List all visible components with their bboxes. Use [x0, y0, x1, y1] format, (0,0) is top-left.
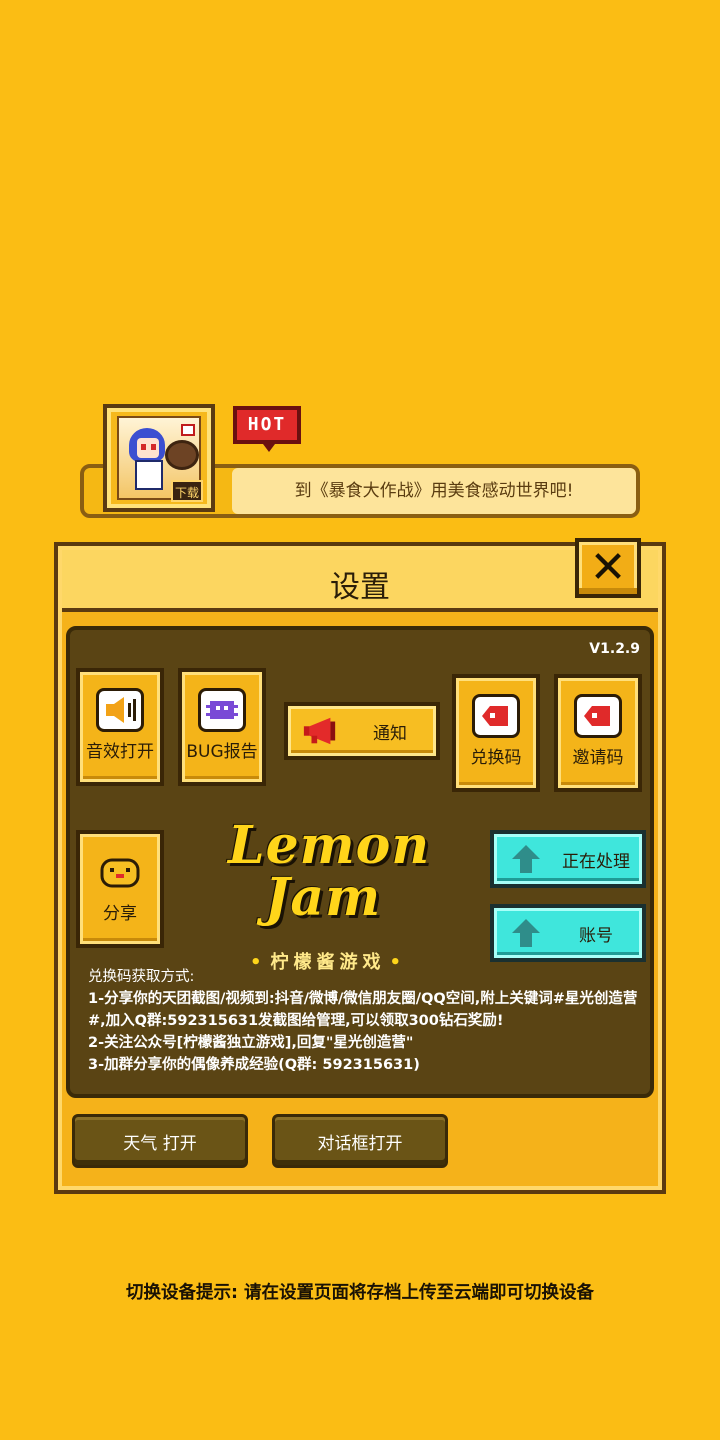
processing-button[interactable]: 正在处理	[490, 830, 646, 888]
logo-line2: Jam	[264, 867, 382, 928]
panel-title-bar: 设置	[62, 550, 658, 612]
redeem-info-line: 3-加群分享你的偶像养成经验(Q群: 592315631)	[88, 1057, 420, 1073]
dialog-toggle-label: 对话框打开	[317, 1133, 403, 1154]
redeem-info-title: 兑换码获取方式:	[88, 969, 195, 985]
invite-code-button[interactable]: 邀请码	[554, 674, 642, 792]
close-button[interactable]: ✕	[575, 538, 641, 598]
logo-line1: Lemon	[228, 815, 431, 876]
weather-toggle-button[interactable]: 天气 打开	[72, 1114, 248, 1168]
processing-label: 正在处理	[562, 851, 630, 872]
account-button[interactable]: 账号	[490, 904, 646, 962]
invite-code-label: 邀请码	[572, 748, 624, 768]
share-face-icon	[96, 850, 144, 894]
redeem-info-line: 1-分享你的天团截图/视频到:抖音/微博/微信朋友圈/QQ空间,附上关键词#星光…	[88, 991, 638, 1029]
bug-report-label: BUG报告	[186, 742, 258, 762]
device-switch-tip: 切换设备提示: 请在设置页面将存档上传至云端即可切换设备	[125, 1283, 595, 1303]
redeem-info: 兑换码获取方式: 1-分享你的天团截图/视频到:抖音/微博/微信朋友圈/QQ空间…	[88, 966, 638, 1076]
download-badge: 下载	[171, 480, 203, 502]
notice-label: 通知	[373, 723, 407, 744]
sound-toggle-label: 音效打开	[86, 742, 154, 762]
bug-icon	[198, 688, 246, 732]
redeem-code-label: 兑换码	[470, 748, 522, 768]
weather-toggle-label: 天气 打开	[123, 1133, 197, 1154]
close-icon: ✕	[589, 542, 627, 593]
speaker-icon	[96, 688, 144, 732]
redeem-info-line: 2-关注公众号[柠檬酱独立游戏],回复"星光创造营"	[88, 1035, 414, 1051]
lemon-jam-logo: Lemon Jam	[228, 815, 431, 932]
redeem-code-button[interactable]: 兑换码	[452, 674, 540, 792]
version-label: V1.2.9	[589, 641, 640, 657]
dialog-toggle-button[interactable]: 对话框打开	[272, 1114, 448, 1168]
panel-title: 设置	[330, 570, 390, 605]
sound-toggle-button[interactable]: 音效打开	[76, 668, 164, 786]
upload-arrow-icon	[508, 843, 544, 875]
promo-game-icon[interactable]: 下载	[103, 404, 215, 512]
ticket-icon	[472, 694, 520, 738]
hot-badge: HOT	[233, 406, 301, 452]
share-label: 分享	[103, 904, 137, 924]
promo-text[interactable]: 到《暴食大作战》用美食感动世界吧!	[232, 468, 636, 514]
megaphone-icon	[302, 715, 338, 747]
account-label: 账号	[579, 925, 613, 946]
upload-arrow-icon	[508, 917, 544, 949]
notice-button[interactable]: 通知	[284, 702, 440, 760]
share-button[interactable]: 分享	[76, 830, 164, 948]
ticket-icon	[574, 694, 622, 738]
bug-report-button[interactable]: BUG报告	[178, 668, 266, 786]
